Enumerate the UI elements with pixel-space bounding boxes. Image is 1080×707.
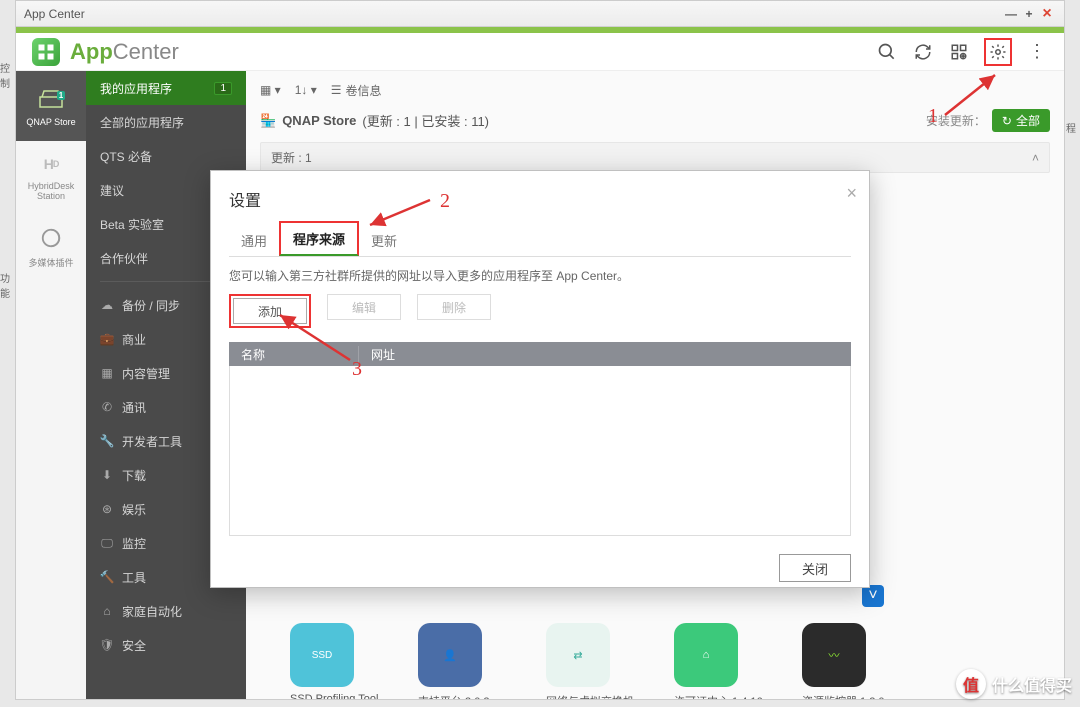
dock-qnap-store[interactable]: 1 QNAP Store [16,71,86,141]
window-title: App Center [24,7,85,21]
titlebar: App Center — + × [16,1,1064,27]
comm-icon: ✆ [100,400,114,414]
minimize-button[interactable]: — [1002,7,1020,21]
sources-table-body [229,366,851,536]
col-name: 名称 [229,346,359,363]
expand-more-icon[interactable]: ˅ [862,585,884,607]
dialog-description: 您可以输入第三方社群所提供的网址以导入更多的应用程序至 App Center。 [229,267,851,284]
update-count-label: 更新 : 1 [271,149,312,166]
sidebar-home-auto[interactable]: ⌂家庭自动化 [86,594,246,628]
sources-table-header: 名称 网址 [229,342,851,366]
shield-icon: 🛡 [100,638,114,652]
tab-updates[interactable]: 更新 [359,225,409,256]
maximize-button[interactable]: + [1020,7,1038,21]
entertain-icon: ⊛ [100,502,114,516]
watermark-icon: 值 [956,669,986,699]
more-icon[interactable]: ⋮ [1026,41,1048,63]
download-icon: ⬇ [100,468,114,482]
chevron-up-icon: ˄ [1032,151,1039,165]
settings-dialog: 设置 × 通用 程序来源 更新 您可以输入第三方社群所提供的网址以导入更多的应用… [210,170,870,588]
sidebar-my-apps[interactable]: 我的应用程序1 [86,71,246,105]
tab-general[interactable]: 通用 [229,225,279,256]
settings-highlight [984,38,1012,66]
store-name: QNAP Store [282,113,356,128]
dock-label: HybridDesk Station [16,182,86,202]
add-button[interactable]: 添加 [233,298,307,324]
app-cards: SSDSSD Profiling Tool 1.0.1241工具 👤支持平台 3… [260,623,1050,699]
dock-hybriddesk[interactable]: HD HybridDesk Station [16,141,86,211]
update-section-header[interactable]: 更新 : 1 ˄ [260,142,1050,173]
sidebar-all-apps[interactable]: 全部的应用程序 [86,105,246,139]
app-card[interactable]: ⇄网络与虚拟交换机 2.2.0工具 [546,623,642,699]
dock-label: 多媒体插件 [28,256,73,269]
dialog-tabs: 通用 程序来源 更新 [229,221,851,257]
monitor-icon: 🖵 [100,536,114,550]
home-icon: ⌂ [100,604,114,618]
dock-label: QNAP Store [26,117,75,127]
dev-icon: 🔧 [100,434,114,448]
install-manual-icon[interactable] [948,41,970,63]
edit-button: 编辑 [327,294,401,320]
watermark-text: 什么值得买 [992,672,1072,696]
refresh-icon: ↻ [1002,114,1012,128]
sidebar-qts-essential[interactable]: QTS 必备 [86,139,246,173]
bg-text: 程 [1066,120,1080,135]
tools-icon: 🔨 [100,570,114,584]
annotation-3: 3 [352,358,362,381]
vol-info-button[interactable]: ☰ 卷信息 [331,82,382,99]
app-card[interactable]: 👤支持平台 3.0.2工具 [418,623,514,699]
media-icon [37,224,65,252]
topbar: AppCenter ⋮ [16,33,1064,71]
dock-media-plugin[interactable]: 多媒体插件 [16,211,86,281]
dialog-title: 设置 [229,187,851,211]
sort-button[interactable]: 1↓ ▾ [295,83,317,97]
app-card[interactable]: SSDSSD Profiling Tool 1.0.1241工具 [290,623,386,699]
app-title: AppCenter [70,39,179,65]
business-icon: 💼 [100,332,114,346]
dialog-close-icon[interactable]: × [846,183,857,204]
backup-icon: ☁ [100,298,114,312]
app-card[interactable]: 〰资源监控器 1.2.0工具 [802,623,898,699]
sidebar-security[interactable]: 🛡安全 [86,628,246,662]
view-grid-button[interactable]: ▦ ▾ [260,83,281,97]
bg-text: 功能 [0,270,14,300]
watermark: 值 什么值得买 [956,669,1072,699]
app-icon [32,38,60,66]
app-card[interactable]: ⌂许可证中心 1.4.16工具 [674,623,770,699]
update-all-button[interactable]: ↻全部 [992,109,1050,132]
settings-icon[interactable] [988,42,1008,62]
hd-icon: HD [37,150,65,178]
tab-sources[interactable]: 程序来源 [279,221,359,256]
col-url: 网址 [359,346,851,363]
cms-icon: ▦ [100,366,114,380]
close-button[interactable]: × [1038,5,1056,23]
refresh-icon[interactable] [912,41,934,63]
store-stats: (更新 : 1 | 已安装 : 11) [362,111,489,130]
annotation-2: 2 [440,190,450,213]
store-icon: 1 [37,85,65,113]
search-icon[interactable] [876,41,898,63]
store-icon: 🏪 [260,113,276,129]
bg-text: 控制 [0,60,14,90]
annotation-1: 1 [928,105,938,128]
close-button[interactable]: 关闭 [779,554,851,582]
delete-button: 删除 [417,294,491,320]
dock: 1 QNAP Store HD HybridDesk Station 多媒体插件 [16,71,86,699]
